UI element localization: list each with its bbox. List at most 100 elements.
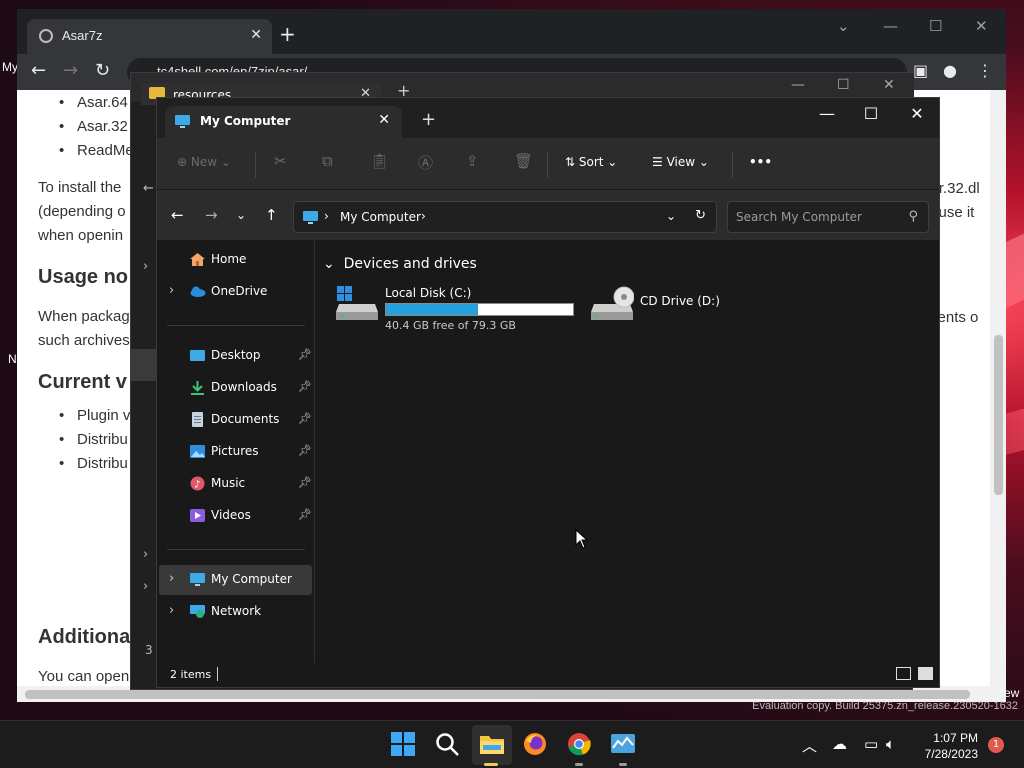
firefox-icon[interactable] [522, 731, 548, 757]
chevron-right-icon[interactable]: › [169, 283, 174, 298]
pin-icon[interactable]: 📌︎ [298, 508, 312, 521]
maximize-icon[interactable]: ☐ [856, 104, 886, 123]
drive-d[interactable]: CD Drive (D:) [590, 286, 750, 336]
pin-icon[interactable]: 📌︎ [298, 380, 312, 393]
clock[interactable]: 1:07 PM 7/28/2023 [906, 730, 978, 762]
scroll-thumb[interactable] [994, 335, 1003, 495]
nav-item-documents[interactable]: Documents 📌︎ [159, 405, 312, 435]
large-icons-view-icon[interactable] [918, 667, 933, 680]
back-icon[interactable]: ← [31, 60, 46, 81]
notification-badge[interactable]: 1 [988, 737, 1004, 753]
nav-item-downloads[interactable]: Downloads 📌︎ [159, 373, 312, 403]
back-icon[interactable]: ← [143, 181, 154, 196]
nav-item-home[interactable]: Home [159, 245, 312, 275]
sort-button[interactable]: ⇅ Sort ⌄ [565, 155, 617, 169]
rename-icon[interactable]: Ⓐ [418, 152, 433, 173]
minimize-icon[interactable]: — [791, 77, 805, 93]
up-icon[interactable]: ↑ [265, 206, 278, 224]
drive-name: CD Drive (D:) [640, 294, 720, 308]
drive-c[interactable]: Local Disk (C:) 40.4 GB free of 79.3 GB [335, 286, 595, 336]
divider [217, 667, 218, 681]
network-icon[interactable]: ▭ [864, 735, 878, 753]
new-tab-icon[interactable]: + [421, 109, 436, 130]
task-manager-icon[interactable] [610, 731, 636, 757]
chevron-right-icon[interactable]: › [324, 209, 329, 223]
nav-item-mycomputer[interactable]: › My Computer [159, 565, 312, 595]
chevron-up-icon[interactable]: ︿ [802, 735, 817, 756]
new-tab-icon[interactable]: + [279, 22, 296, 46]
chevron-right-icon[interactable]: › [169, 571, 174, 586]
close-icon[interactable]: ✕ [902, 104, 932, 123]
computer-icon [190, 573, 205, 586]
reload-icon[interactable]: ↻ [95, 60, 110, 81]
pin-icon[interactable]: 📌︎ [298, 348, 312, 361]
pin-icon[interactable]: 📌︎ [298, 444, 312, 457]
start-icon[interactable] [390, 731, 416, 757]
nav-item-label: Music [211, 476, 246, 490]
clock-time: 1:07 PM [933, 731, 978, 745]
forward-icon[interactable]: → [63, 60, 78, 81]
chevron-right-icon[interactable]: › [143, 579, 148, 594]
nav-item-onedrive[interactable]: › OneDrive [159, 277, 312, 307]
globe-icon [39, 29, 53, 43]
chevron-right-icon[interactable]: › [169, 603, 174, 618]
cut-icon[interactable]: ✂ [274, 152, 287, 170]
address-crumb[interactable]: My Computer [340, 210, 421, 224]
maximize-icon[interactable]: ☐ [837, 77, 850, 93]
delete-icon[interactable]: 🗑︎ [514, 152, 533, 170]
close-tab-icon[interactable]: ✕ [378, 112, 390, 128]
new-button[interactable]: ⊕ New ⌄ [177, 155, 231, 169]
chrome-icon[interactable] [566, 731, 592, 757]
paste-icon[interactable]: 📋︎ [370, 152, 389, 170]
group-header[interactable]: ⌄ Devices and drives [323, 256, 477, 272]
desktop-icon-label[interactable]: N [8, 352, 17, 366]
details-view-icon[interactable] [896, 667, 911, 680]
minimize-icon[interactable]: — [812, 104, 842, 123]
scroll-thumb[interactable] [25, 690, 970, 699]
network-icon [190, 605, 205, 618]
desktop-icon-label[interactable]: My [2, 60, 18, 74]
back-icon[interactable]: ← [171, 206, 184, 224]
view-button[interactable]: ☰ View ⌄ [652, 155, 709, 169]
chevron-right-icon[interactable]: › [143, 547, 148, 562]
file-explorer-icon[interactable] [479, 731, 505, 757]
search-input[interactable]: Search My Computer ⚲ [727, 201, 929, 233]
tab-search-icon[interactable]: ⌄ [837, 17, 850, 35]
chevron-right-icon[interactable]: › [143, 259, 148, 274]
close-icon[interactable]: ✕ [975, 17, 988, 35]
copy-icon[interactable]: ⧉ [322, 152, 333, 170]
pin-icon[interactable]: 📌︎ [298, 476, 312, 489]
chevron-right-icon[interactable]: › [421, 209, 426, 223]
volume-icon[interactable]: 🔈︎ [886, 735, 895, 753]
onedrive-offline-icon[interactable]: ☁ [832, 735, 847, 753]
extensions-icon[interactable]: ▣ [913, 61, 928, 80]
menu-icon[interactable]: ⋮ [977, 61, 993, 80]
maximize-icon[interactable]: ☐ [929, 17, 942, 35]
list-item[interactable]: Asar.32 [59, 118, 128, 135]
refresh-icon[interactable]: ↻ [695, 208, 706, 223]
address-bar[interactable]: › My Computer › ⌄ ↻ [293, 201, 717, 233]
profile-icon[interactable]: ● [943, 61, 957, 80]
list-item[interactable]: ReadMe [59, 142, 134, 159]
list-item[interactable]: Asar.64 [59, 94, 128, 111]
forward-icon[interactable]: → [205, 206, 218, 224]
more-options-button[interactable]: ••• [749, 155, 772, 169]
close-icon[interactable]: ✕ [883, 77, 895, 93]
drive-usage-bar [385, 303, 574, 316]
minimize-icon[interactable]: — [883, 17, 898, 35]
pin-icon[interactable]: 📌︎ [298, 412, 312, 425]
chrome-tab[interactable]: Asar7z ✕ [27, 19, 272, 54]
nav-item-music[interactable]: ♪ Music 📌︎ [159, 469, 312, 499]
vertical-scrollbar[interactable] [990, 90, 1006, 686]
search-icon[interactable] [434, 731, 460, 757]
chevron-down-icon[interactable]: ⌄ [666, 209, 676, 223]
recent-locations-icon[interactable]: ⌄ [236, 208, 246, 222]
navigation-pane: Home › OneDrive Desktop 📌︎ Downloads 📌︎ … [157, 240, 315, 663]
nav-item-network[interactable]: › Network [159, 597, 312, 627]
nav-item-pictures[interactable]: Pictures 📌︎ [159, 437, 312, 467]
close-tab-icon[interactable]: ✕ [250, 27, 262, 43]
explorer-tab[interactable]: My Computer ✕ [165, 106, 402, 138]
nav-item-videos[interactable]: Videos 📌︎ [159, 501, 312, 531]
nav-item-desktop[interactable]: Desktop 📌︎ [159, 341, 312, 371]
share-icon[interactable]: ⇪ [466, 152, 479, 170]
